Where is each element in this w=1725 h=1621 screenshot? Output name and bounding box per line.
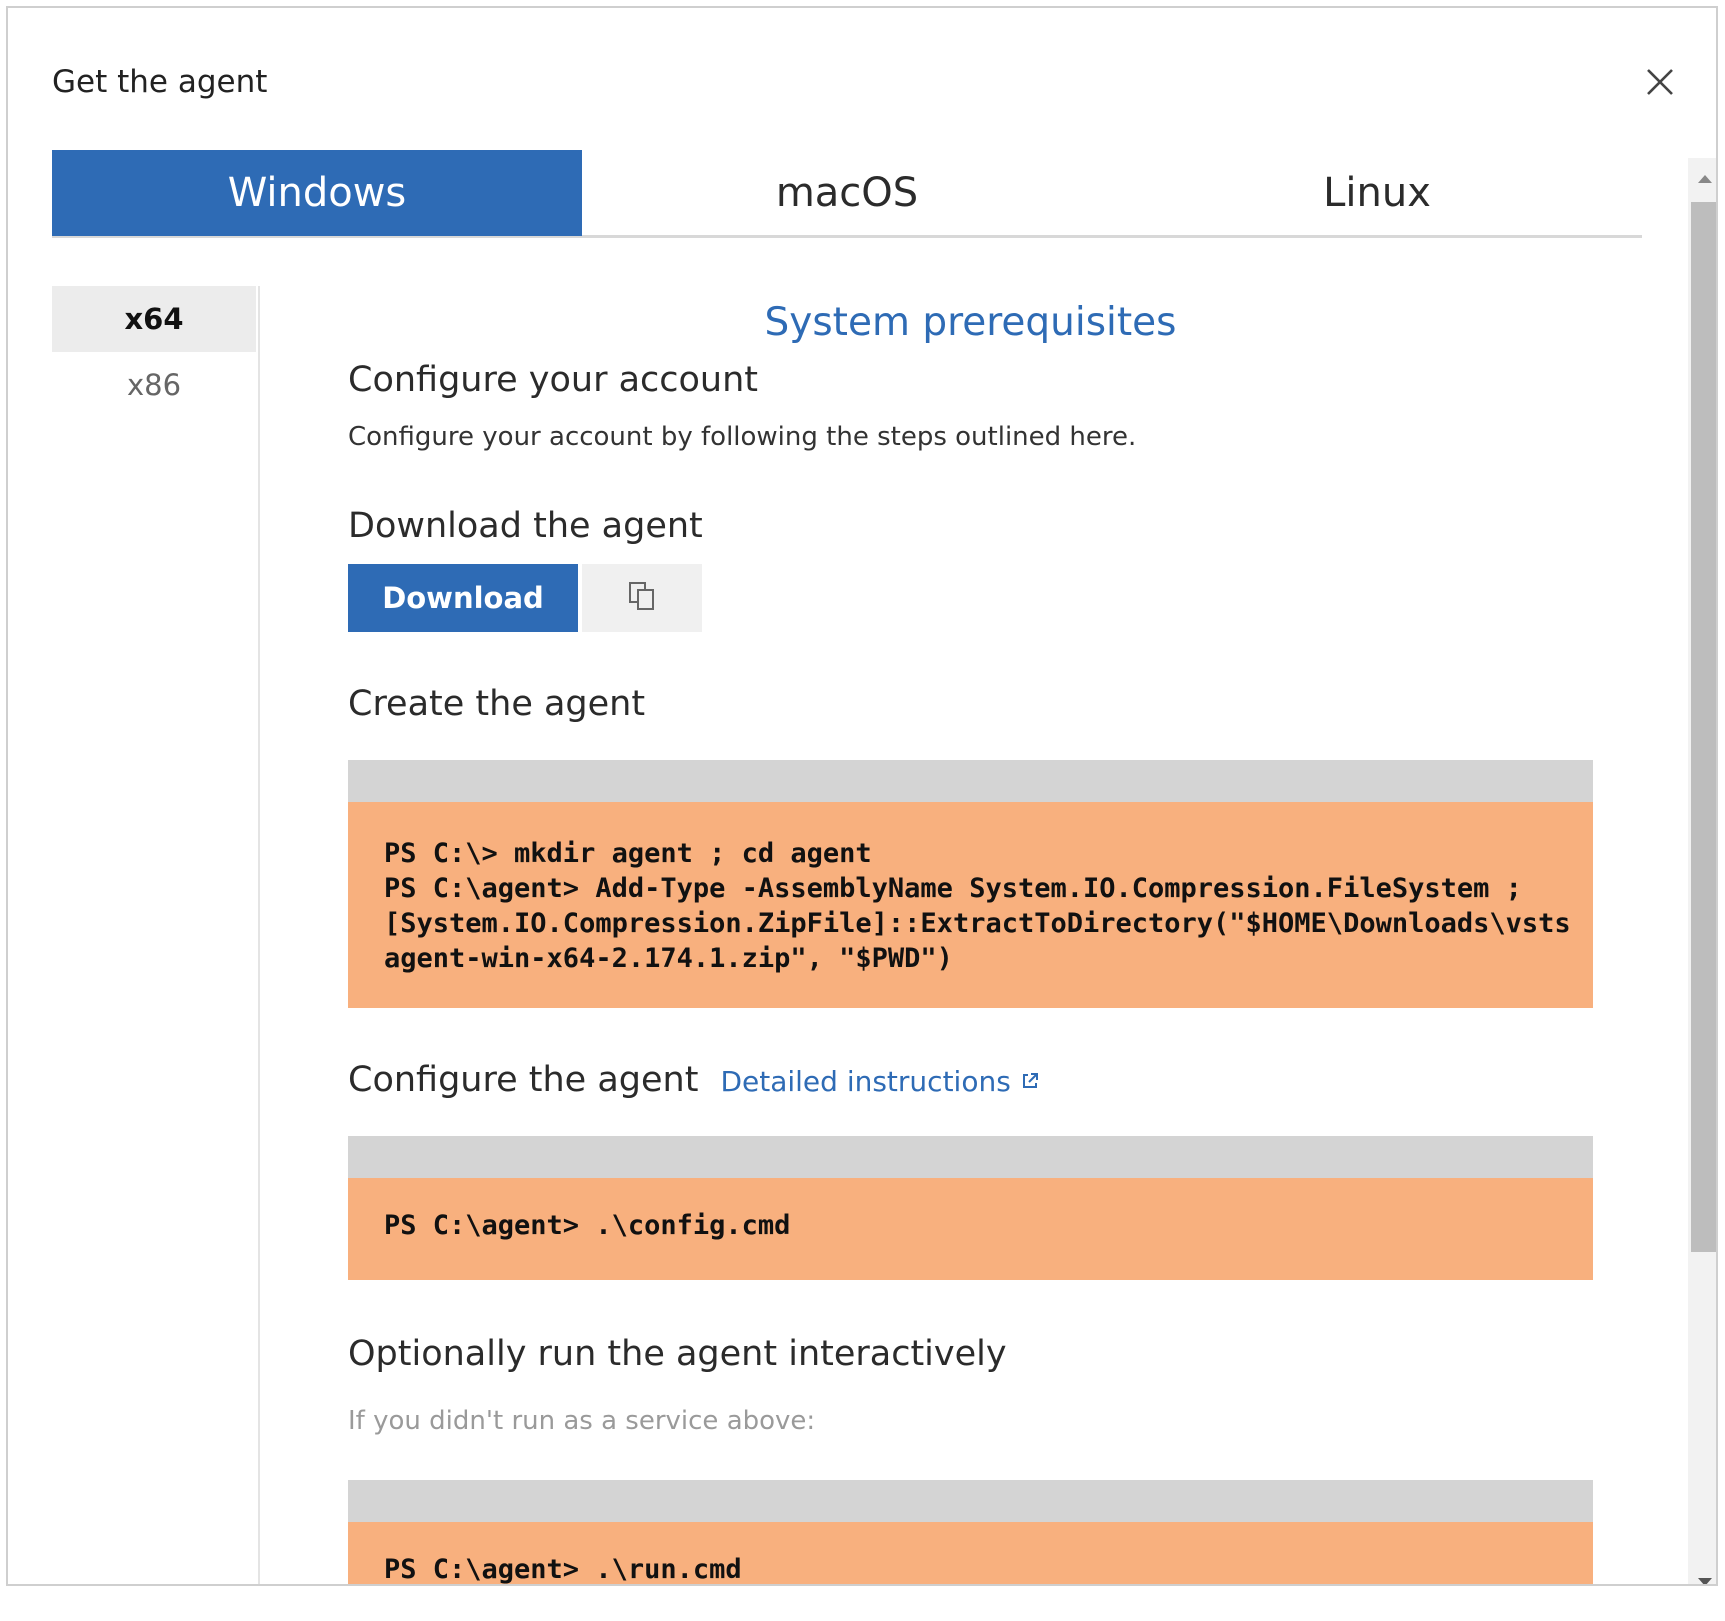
copy-url-button[interactable] xyxy=(582,564,702,632)
architecture-list: x64 x86 xyxy=(52,286,256,418)
configure-account-text: Configure your account by following the … xyxy=(348,422,1137,452)
vertical-scrollbar[interactable] xyxy=(1688,158,1716,1584)
code-block-header xyxy=(348,1480,1593,1522)
configure-agent-code: PS C:\agent> .\config.cmd xyxy=(348,1178,1593,1280)
code-block-header xyxy=(348,1136,1593,1178)
download-row: Download xyxy=(348,564,702,632)
close-icon[interactable] xyxy=(1638,60,1682,104)
detailed-instructions-label: Detailed instructions xyxy=(720,1065,1011,1098)
get-agent-dialog: Get the agent Windows macOS Linux x64 x8… xyxy=(6,6,1718,1586)
system-prerequisites-link[interactable]: System prerequisites xyxy=(348,300,1593,345)
external-link-icon xyxy=(1020,1065,1040,1098)
configure-account-heading: Configure your account xyxy=(348,360,759,400)
download-agent-heading: Download the agent xyxy=(348,506,703,546)
arch-x64[interactable]: x64 xyxy=(52,286,256,352)
configure-agent-code-block[interactable]: PS C:\agent> .\config.cmd xyxy=(348,1136,1593,1280)
tab-linux[interactable]: Linux xyxy=(1112,150,1642,236)
run-agent-code: PS C:\agent> .\run.cmd xyxy=(348,1522,1593,1584)
tab-macos[interactable]: macOS xyxy=(582,150,1112,236)
configure-agent-heading-row: Configure the agent Detailed instruction… xyxy=(348,1060,1040,1100)
copy-icon xyxy=(627,580,657,616)
code-block-header xyxy=(348,760,1593,802)
arch-x86[interactable]: x86 xyxy=(52,352,256,418)
scrollbar-thumb[interactable] xyxy=(1691,202,1716,1252)
os-tabs: Windows macOS Linux xyxy=(52,150,1642,238)
download-button[interactable]: Download xyxy=(348,564,578,632)
run-agent-heading: Optionally run the agent interactively xyxy=(348,1334,1007,1374)
configure-agent-heading: Configure the agent xyxy=(348,1060,699,1100)
run-agent-code-block[interactable]: PS C:\agent> .\run.cmd xyxy=(348,1480,1593,1584)
create-agent-code-block[interactable]: PS C:\> mkdir agent ; cd agent PS C:\age… xyxy=(348,760,1593,1008)
scroll-up-arrow-icon[interactable] xyxy=(1688,164,1716,194)
scroll-down-arrow-icon[interactable] xyxy=(1688,1567,1716,1584)
vertical-divider xyxy=(258,286,260,1584)
run-agent-text: If you didn't run as a service above: xyxy=(348,1406,816,1436)
detailed-instructions-link[interactable]: Detailed instructions xyxy=(720,1065,1039,1098)
tab-windows[interactable]: Windows xyxy=(52,150,582,236)
create-agent-heading: Create the agent xyxy=(348,684,646,724)
create-agent-code: PS C:\> mkdir agent ; cd agent PS C:\age… xyxy=(348,802,1593,1008)
dialog-title: Get the agent xyxy=(52,64,268,100)
